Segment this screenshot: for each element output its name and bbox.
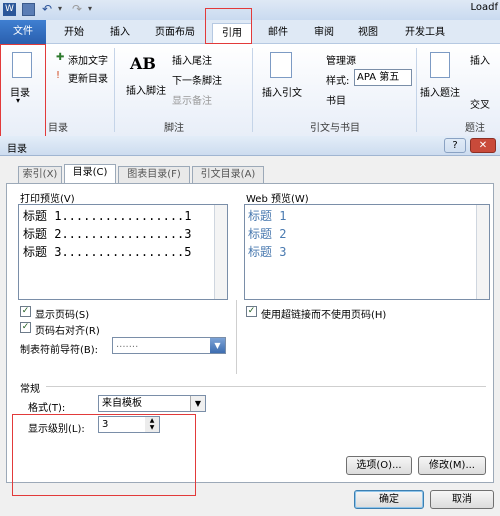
web-preview-scrollbar[interactable] xyxy=(476,205,489,299)
show-page-numbers-label: 显示页码(S) xyxy=(35,310,90,321)
use-hyperlinks-label: 使用超链接而不使用页码(H) xyxy=(261,310,387,321)
insert-citation-icon[interactable] xyxy=(270,52,292,78)
print-preview-label: 打印预览(V) xyxy=(20,194,75,205)
group-separator xyxy=(114,48,115,132)
print-preview-scrollbar[interactable] xyxy=(214,205,227,299)
web-preview-link[interactable]: 标题 2 xyxy=(248,225,286,242)
update-toc-button[interactable]: 更新目录 xyxy=(68,70,108,85)
modify-button[interactable]: 修改(M)... xyxy=(418,456,486,475)
insert-caption-icon[interactable] xyxy=(430,52,450,78)
right-align-label: 页码右对齐(R) xyxy=(35,326,100,337)
web-preview-link[interactable]: 标题 1 xyxy=(248,207,286,224)
cross-reference-button[interactable]: 交叉 xyxy=(470,96,490,111)
column-divider xyxy=(236,300,237,374)
show-notes-button[interactable]: 显示备注 xyxy=(172,92,212,107)
highlight-levels xyxy=(12,414,196,496)
tab-table-of-figures[interactable]: 图表目录(F) xyxy=(118,166,190,183)
style-label: 样式: xyxy=(326,76,350,87)
tab-developer[interactable]: 开发工具 xyxy=(398,23,452,43)
tab-mailings[interactable]: 邮件 xyxy=(262,23,294,43)
cancel-button[interactable]: 取消 xyxy=(430,490,494,509)
insert-endnote-button[interactable]: 插入尾注 xyxy=(172,52,212,67)
group-toc-label: 目录 xyxy=(48,123,68,134)
tab-toc[interactable]: 目录(C) xyxy=(64,164,116,184)
right-align-checkbox[interactable]: ✓ xyxy=(20,322,31,333)
print-preview-line: 标题 3.................5 xyxy=(23,245,192,259)
tab-leader-select[interactable]: ....... xyxy=(112,337,226,354)
tab-view[interactable]: 视图 xyxy=(352,23,384,43)
highlight-toc-button xyxy=(0,44,46,140)
tab-review[interactable]: 审阅 xyxy=(308,23,340,43)
tab-index[interactable]: 索引(X) xyxy=(18,166,62,183)
tab-insert[interactable]: 插入 xyxy=(104,23,136,43)
customize-icon[interactable]: ▾ xyxy=(88,3,101,16)
web-preview-link[interactable]: 标题 3 xyxy=(248,243,286,260)
group-caption-label: 题注 xyxy=(465,123,485,134)
group-citation-label: 引文与书目 xyxy=(310,123,360,134)
insert-table-of-figures-button[interactable]: 插入 xyxy=(470,52,490,67)
save-icon[interactable] xyxy=(22,3,35,16)
insert-caption-button[interactable]: 插入题注 xyxy=(420,84,460,99)
word-logo-icon[interactable]: W xyxy=(3,3,16,16)
general-divider xyxy=(46,386,486,387)
close-button[interactable]: ✕ xyxy=(470,138,496,153)
help-button[interactable]: ? xyxy=(444,138,466,153)
insert-citation-button[interactable]: 插入引文 xyxy=(262,84,302,99)
group-separator xyxy=(252,48,253,132)
tab-file[interactable]: 文件 xyxy=(0,20,46,44)
insert-footnote-button[interactable]: 插入脚注 xyxy=(126,82,166,97)
ok-button[interactable]: 确定 xyxy=(354,490,424,509)
next-footnote-button[interactable]: 下一条脚注 xyxy=(172,72,222,87)
footnote-icon[interactable]: AB xyxy=(130,54,156,73)
tab-table-of-authorities[interactable]: 引文目录(A) xyxy=(192,166,264,183)
group-separator xyxy=(416,48,417,132)
highlight-references-tab xyxy=(205,8,252,44)
dropdown-icon[interactable]: ▾ xyxy=(58,3,71,16)
manage-sources-button[interactable]: 管理源 xyxy=(326,52,356,67)
update-toc-icon: ! xyxy=(56,70,61,81)
dialog-title: 目录 xyxy=(7,144,27,155)
ribbon: 目录 ▾ ✚ 添加文字 ! 更新目录 目录 AB 插入脚注 插入尾注 下一条脚注… xyxy=(0,44,500,136)
tab-home[interactable]: 开始 xyxy=(58,23,90,43)
web-preview-label: Web 预览(W) xyxy=(246,194,309,205)
window-title: Loadf xyxy=(470,2,498,13)
bibliography-button[interactable]: 书目 xyxy=(326,92,346,107)
tab-page-layout[interactable]: 页面布局 xyxy=(148,23,202,43)
group-footnote-label: 脚注 xyxy=(164,123,184,134)
tab-leader-label: 制表符前导符(B): xyxy=(20,345,99,356)
add-text-button[interactable]: 添加文字 xyxy=(68,52,108,67)
undo-icon[interactable]: ↶ xyxy=(42,3,55,16)
options-button[interactable]: 选项(O)... xyxy=(346,456,412,475)
redo-icon[interactable]: ↷ xyxy=(72,3,85,16)
tab-leader-dropdown-icon[interactable]: ▼ xyxy=(210,338,225,353)
dialog-title-bar: 目录 ? ✕ xyxy=(0,136,500,156)
style-select[interactable]: APA 第五 xyxy=(354,69,412,86)
print-preview-line: 标题 2.................3 xyxy=(23,227,192,241)
use-hyperlinks-checkbox[interactable]: ✓ xyxy=(246,306,257,317)
show-page-numbers-checkbox[interactable]: ✓ xyxy=(20,306,31,317)
general-section-label: 常规 xyxy=(20,384,40,395)
print-preview-line: 标题 1.................1 xyxy=(23,209,192,223)
format-label: 格式(T): xyxy=(28,403,66,414)
format-dropdown-icon[interactable]: ▼ xyxy=(190,396,205,411)
add-text-icon: ✚ xyxy=(56,52,65,63)
